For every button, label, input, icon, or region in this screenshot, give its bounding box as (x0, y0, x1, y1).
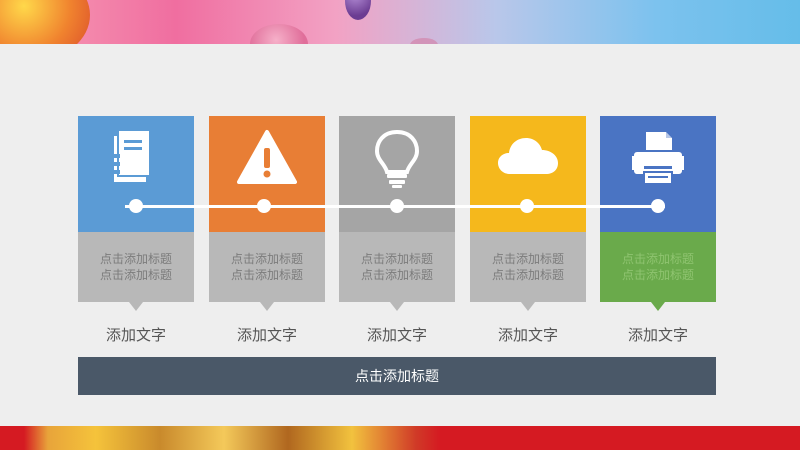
cloud-icon (498, 138, 558, 174)
panel-2-caption[interactable]: 点击添加标题 点击添加标题 (209, 232, 325, 311)
panel-1-icon-box (78, 116, 194, 232)
panel-5-caption[interactable]: 点击添加标题 点击添加标题 (600, 232, 716, 311)
timeline-dot (129, 199, 143, 213)
title-bar-text: 点击添加标题 (355, 369, 439, 385)
caption-line: 点击添加标题 (360, 268, 433, 282)
document-icon (114, 129, 151, 182)
panel-4-icon-box (470, 116, 586, 232)
caption-line: 点击添加标题 (230, 268, 303, 282)
timeline-dot (651, 199, 665, 213)
panel-3-caption[interactable]: 点击添加标题 点击添加标题 (339, 232, 455, 311)
caption-line: 点击添加标题 (491, 268, 564, 282)
hot-air-balloon-image (250, 24, 308, 44)
timeline-dot (390, 199, 404, 213)
caption-line: 点击添加标题 (621, 268, 694, 282)
panel-3-icon-box (339, 116, 455, 232)
caption-line: 点击添加标题 (99, 268, 172, 282)
panel-2-icon-box (209, 116, 325, 232)
panel-1-label[interactable]: 添加文字 (78, 324, 194, 345)
panel-1-caption[interactable]: 点击添加标题 点击添加标题 (78, 232, 194, 311)
hot-air-balloon-image (410, 38, 438, 44)
panel-4-caption[interactable]: 点击添加标题 点击添加标题 (470, 232, 586, 311)
panel-4-label[interactable]: 添加文字 (470, 324, 586, 345)
caption-line: 点击添加标题 (230, 252, 303, 266)
hot-air-balloon-image (0, 0, 90, 44)
top-decorative-banner (0, 0, 800, 44)
caption-line: 点击添加标题 (99, 252, 172, 266)
panel-5-label[interactable]: 添加文字 (600, 324, 716, 345)
warning-icon (237, 130, 297, 184)
panel-3-label[interactable]: 添加文字 (339, 324, 455, 345)
timeline-dot (520, 199, 534, 213)
printer-icon (632, 132, 684, 185)
title-bar[interactable]: 点击添加标题 (78, 357, 716, 395)
lightbulb-icon (374, 129, 420, 188)
caption-line: 点击添加标题 (491, 252, 564, 266)
bottom-decorative-banner (0, 426, 800, 450)
hot-air-balloon-image (345, 0, 371, 20)
panel-2-label[interactable]: 添加文字 (209, 324, 325, 345)
caption-line: 点击添加标题 (360, 252, 433, 266)
caption-line: 点击添加标题 (621, 252, 694, 266)
timeline-dot (257, 199, 271, 213)
panel-5-icon-box (600, 116, 716, 232)
